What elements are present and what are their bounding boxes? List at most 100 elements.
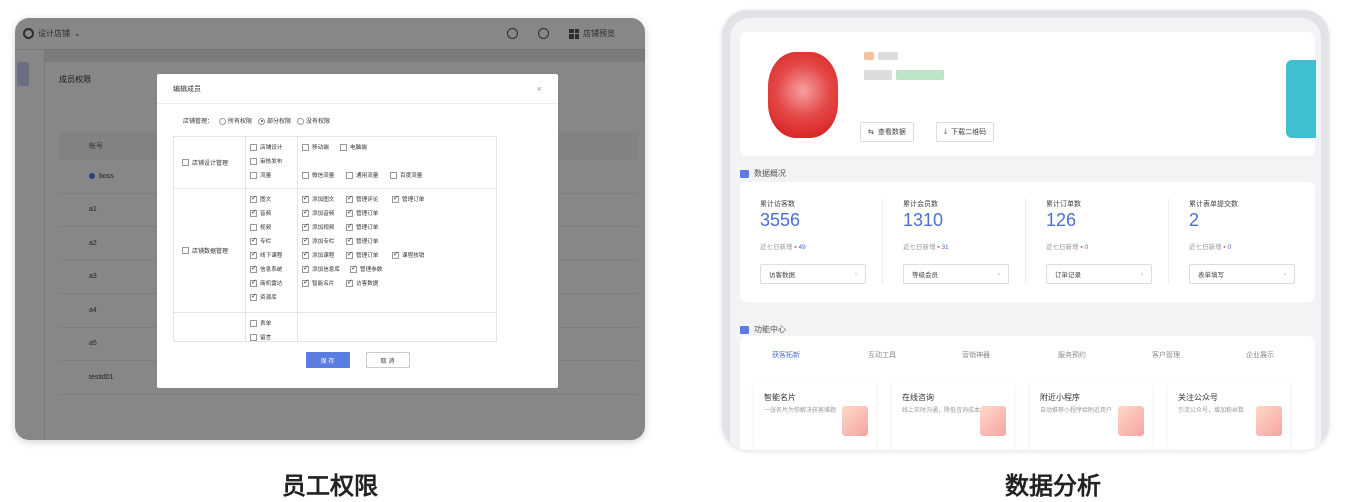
action-checkbox[interactable]: 微信流量 (302, 171, 334, 180)
bar-chart-icon (740, 169, 749, 178)
stat-members: 累计会员数 1310 近七日新增 ▪ 31 等级会员 › (883, 182, 1026, 302)
sub-checkbox[interactable]: 资源库 (250, 292, 277, 302)
stat-orders: 累计订单数 126 近七日新增 ▪ 0 订单记录 › (1026, 182, 1169, 302)
action-checkbox[interactable]: 管理订单 (346, 250, 378, 260)
action-checkbox[interactable]: 添加图文 (302, 194, 334, 204)
blurred-info (864, 70, 892, 80)
sub-checkbox[interactable]: 审核发布 (250, 157, 282, 166)
save-button[interactable]: 保 存 (305, 352, 350, 368)
chevron-right-icon: › (854, 270, 857, 278)
avatar (768, 52, 838, 138)
card-illustration (842, 406, 868, 436)
chevron-right-icon: › (1283, 270, 1286, 278)
sub-checkbox[interactable]: 商机雷达 (250, 278, 282, 288)
sub-checkbox[interactable]: 表单 (250, 319, 271, 328)
card-online-chat[interactable]: 在线咨询 线上实时沟通，降低咨询成本 (892, 380, 1014, 450)
caption-data-analysis: 数据分析 (1005, 472, 1101, 500)
action-checkbox[interactable]: 添加视频 (302, 222, 334, 232)
permission-group-forms: 表单 留言 (174, 313, 496, 341)
action-checkbox[interactable]: 课程核销 (392, 250, 424, 260)
sub-checkbox[interactable]: 线下课程 (250, 250, 282, 260)
action-checkbox[interactable]: 通用流量 (346, 171, 378, 180)
scope-option-all[interactable]: 所有权限 (219, 116, 252, 125)
chevron-right-icon: › (1140, 270, 1143, 278)
function-center: 获客拓新 互动工具 营销神器 服务预约 客户管理 企业展示 智能名片 一张名片为… (740, 336, 1315, 450)
staff-permission-screenshot: 设计店铺 ⌄ 店铺预览 成员权限 帐号 boss a1 a2 a3 a4 a5 … (15, 18, 645, 440)
order-records-button[interactable]: 订单记录 › (1046, 264, 1152, 284)
action-checkbox[interactable]: 管理参数 (350, 264, 382, 274)
sub-checkbox[interactable]: 图文 (250, 194, 271, 204)
stat-visitors: 累计访客数 3556 近七日新增 ▪ 49 访客数据 › (740, 182, 883, 302)
action-checkbox[interactable]: 管理评论 (346, 194, 378, 204)
tab-marketing[interactable]: 营销神器 (962, 350, 990, 360)
action-checkbox[interactable]: 管理订单 (346, 236, 378, 246)
card-follow-account[interactable]: 关注公众号 引流公众号，增加粉丝数 (1168, 380, 1290, 450)
blurred-name (864, 52, 874, 60)
chart-icon: ⇆ (868, 129, 874, 136)
category-checkbox[interactable]: 店铺设计管理 (174, 137, 246, 188)
stats-panel: 累计访客数 3556 近七日新增 ▪ 49 访客数据 › 累计会员数 1310 近… (740, 182, 1315, 302)
action-checkbox[interactable]: 添加专栏 (302, 236, 334, 246)
permission-group-design: 店铺设计管理 店铺设计 审核发布 流量 移动端 电脑端 微信流量 通用流量 百度… (174, 137, 496, 189)
blurred-name (878, 52, 898, 60)
member-level-button[interactable]: 等级会员 › (903, 264, 1009, 284)
card-nearby-miniprogram[interactable]: 附近小程序 自动推荐小程序给附近用户 (1030, 380, 1152, 450)
sub-checkbox[interactable]: 店铺设计 (250, 143, 282, 152)
action-checkbox[interactable]: 移动端 (302, 143, 329, 152)
scope-option-none[interactable]: 没有权限 (297, 116, 330, 125)
sub-checkbox[interactable]: 专栏 (250, 236, 271, 246)
stat-forms: 累计表单提交数 2 近七日新增 ▪ 0 表单填写 › (1169, 182, 1312, 302)
scope-label: 店铺管理： (183, 119, 214, 125)
dialog-header: 编辑成员 × (157, 74, 558, 104)
blurred-badge (896, 70, 944, 80)
permission-group-data: 店铺数据管理 图文 音频 视频 专栏 线下课程 信息系统 商机雷达 资源库 添加… (174, 189, 496, 313)
action-checkbox[interactable]: 管理订单 (392, 194, 424, 204)
action-checkbox[interactable]: 添加音频 (302, 208, 334, 218)
tab-interaction[interactable]: 互动工具 (868, 350, 896, 360)
category-checkbox[interactable]: 店铺数据管理 (174, 189, 246, 312)
action-checkbox[interactable]: 电脑端 (340, 143, 367, 152)
card-smart-card[interactable]: 智能名片 一张名片为你解决获客难题 (754, 380, 876, 450)
sub-checkbox[interactable]: 音频 (250, 208, 271, 218)
stat-value: 2 (1189, 210, 1200, 230)
sub-checkbox[interactable]: 视频 (250, 223, 271, 232)
sub-checkbox[interactable]: 信息系统 (250, 264, 282, 274)
permission-table: 店铺设计管理 店铺设计 审核发布 流量 移动端 电脑端 微信流量 通用流量 百度… (173, 136, 497, 342)
chevron-right-icon: › (997, 270, 1000, 278)
dialog-footer: 保 存 取 消 (157, 352, 558, 368)
permission-scope: 店铺管理： 所有权限 部分权限 没有权限 (183, 116, 330, 125)
cancel-button[interactable]: 取 消 (365, 352, 410, 368)
download-qrcode-button[interactable]: ⤓ 下载二维码 (936, 122, 995, 142)
stat-value: 126 (1046, 210, 1077, 230)
card-illustration (1256, 406, 1282, 436)
overview-section-title: 数据概况 (740, 168, 786, 179)
action-checkbox[interactable]: 管理订单 (346, 208, 378, 218)
card-illustration (1118, 406, 1144, 436)
visitor-data-button[interactable]: 访客数据 › (760, 264, 866, 284)
action-checkbox[interactable]: 添加信息库 (302, 264, 340, 274)
dialog-title: 编辑成员 (173, 85, 201, 93)
view-data-button[interactable]: ⇆ 查看数据 (860, 122, 914, 142)
stat-value: 3556 (760, 210, 801, 230)
tab-acquisition[interactable]: 获客拓新 (772, 350, 800, 360)
sub-checkbox[interactable]: 留言 (250, 333, 271, 341)
caption-staff-permission: 员工权限 (282, 472, 378, 500)
tab-booking[interactable]: 服务预约 (1058, 350, 1086, 360)
card-illustration (980, 406, 1006, 436)
tab-customer[interactable]: 客户管理 (1152, 350, 1180, 360)
form-fill-button[interactable]: 表单填写 › (1189, 264, 1295, 284)
action-checkbox[interactable]: 管理订单 (346, 222, 378, 232)
profile-card: ⇆ 查看数据 ⤓ 下载二维码 (740, 32, 1315, 156)
tab-enterprise[interactable]: 企业展示 (1246, 350, 1274, 360)
scope-option-partial[interactable]: 部分权限 (258, 116, 291, 125)
action-checkbox[interactable]: 访客数据 (346, 278, 378, 288)
data-analysis-screenshot: ⇆ 查看数据 ⤓ 下载二维码 数据概况 累计访客数 3556 近七日新增 ▪ 49 … (722, 10, 1329, 450)
action-checkbox[interactable]: 添加课程 (302, 250, 334, 260)
sub-checkbox[interactable]: 流量 (250, 171, 271, 180)
download-icon: ⤓ (944, 128, 948, 135)
action-checkbox[interactable]: 百度流量 (390, 171, 422, 180)
action-checkbox[interactable]: 智能名片 (302, 278, 334, 288)
side-banner[interactable] (1286, 60, 1316, 138)
apps-icon (740, 325, 749, 334)
close-icon[interactable]: × (537, 84, 542, 94)
